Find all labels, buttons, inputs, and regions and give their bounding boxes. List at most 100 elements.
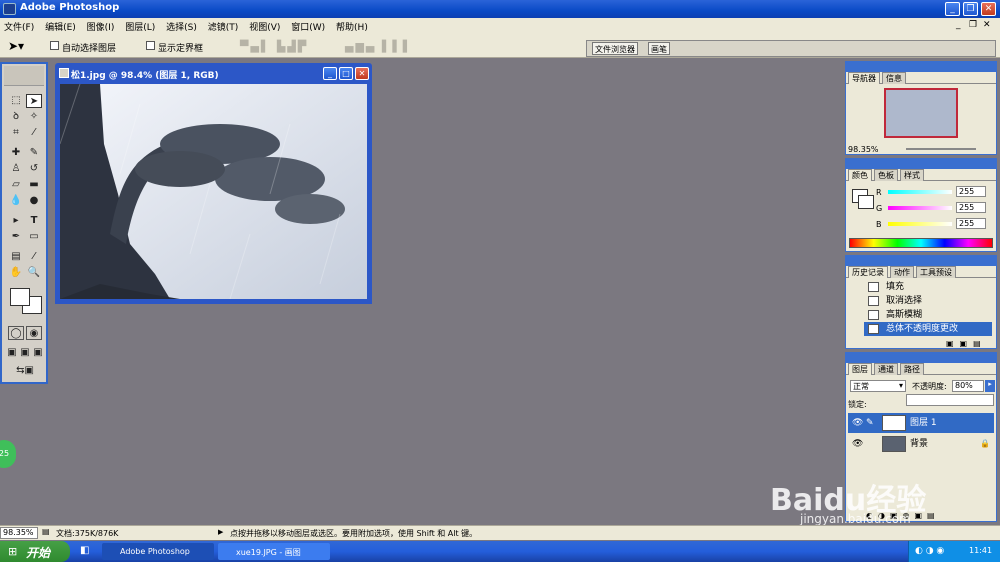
doc-close-icon[interactable]: ✕ (983, 20, 991, 30)
file-browser-tab[interactable]: 文件浏览器 (592, 42, 638, 55)
tab-swatches[interactable]: 色板 (874, 169, 898, 181)
menu-file[interactable]: 文件(F) (0, 18, 38, 33)
gradient-tool-icon[interactable]: ▬ (26, 178, 42, 192)
slice-tool-icon[interactable]: ⁄ (26, 126, 42, 140)
palette-header[interactable] (846, 353, 996, 363)
history-item-selected[interactable]: 总体不透明度更改 (864, 322, 992, 336)
history-footer-icons[interactable]: ▣▣▤ (946, 339, 987, 348)
tab-history[interactable]: 历史记录 (848, 266, 888, 278)
eye-icon[interactable]: 👁 (852, 434, 863, 454)
tab-layers[interactable]: 图层 (848, 363, 872, 375)
palette-header[interactable] (846, 159, 996, 169)
menu-view[interactable]: 视图(V) (245, 18, 284, 33)
history-item[interactable]: 填充 (864, 280, 992, 294)
notes-tool-icon[interactable]: ▤ (8, 250, 24, 264)
navigator-thumbnail[interactable] (884, 88, 958, 138)
navigator-zoom[interactable]: 98.35% (848, 145, 879, 154)
status-zoom[interactable]: 98.35% (0, 527, 38, 539)
color-bg-swatch[interactable] (858, 195, 874, 209)
tab-paths[interactable]: 路径 (900, 363, 924, 375)
history-item[interactable]: 高斯模糊 (864, 308, 992, 322)
move-tool-icon[interactable]: ➤▾ (8, 39, 24, 53)
navigator-zoom-slider[interactable] (906, 148, 976, 150)
restore-button[interactable]: ❐ (963, 2, 978, 16)
document-window[interactable]: 松1.jpg @ 98.4% (图层 1, RGB) _ □ ✕ (55, 63, 372, 304)
g-slider[interactable] (888, 206, 952, 210)
magic-wand-icon[interactable]: ✧ (26, 110, 42, 124)
tab-info[interactable]: 信息 (882, 72, 906, 84)
color-spectrum-bar[interactable] (849, 238, 993, 248)
b-slider[interactable] (888, 222, 952, 226)
blend-mode-select[interactable]: 正常 ▾ (850, 380, 906, 392)
path-selection-icon[interactable]: ▸ (8, 214, 24, 228)
palette-header[interactable] (846, 62, 996, 72)
distribute-icons[interactable]: ▄▆▄ ▌▌▌ (345, 40, 413, 53)
marquee-tool-icon[interactable]: ⬚ (8, 94, 24, 108)
history-item[interactable]: 取消选择 (864, 294, 992, 308)
eyedropper-icon[interactable]: ⁄ (26, 250, 42, 264)
brushes-tab[interactable]: 画笔 (648, 42, 670, 55)
taskbar-item-photoshop[interactable]: Adobe Photoshop (102, 543, 214, 560)
tray-icons[interactable]: ◐ ◑ ◉ (915, 546, 944, 556)
crop-tool-icon[interactable]: ⌗ (8, 126, 24, 140)
opacity-input[interactable]: 80% (952, 380, 984, 392)
b-value[interactable]: 255 (956, 218, 986, 229)
menu-image[interactable]: 图像(I) (83, 18, 119, 33)
close-button[interactable]: ✕ (981, 2, 996, 16)
imageready-jump-icon[interactable]: ⇆▣ (8, 364, 42, 378)
tab-color[interactable]: 颜色 (848, 169, 872, 181)
menu-window[interactable]: 窗口(W) (287, 18, 329, 33)
standard-mode-icon[interactable]: ◯ (8, 326, 24, 340)
show-bounds-checkbox[interactable] (146, 41, 155, 51)
image-canvas[interactable] (60, 84, 367, 299)
menu-filter[interactable]: 滤镜(T) (204, 18, 243, 33)
auto-select-checkbox[interactable] (50, 41, 59, 51)
shape-tool-icon[interactable]: ▭ (26, 230, 42, 244)
clock[interactable]: 11:41 (969, 546, 992, 555)
tab-tool-presets[interactable]: 工具预设 (916, 266, 956, 278)
move-tool-icon[interactable]: ➤ (26, 94, 42, 108)
align-icons[interactable]: ▀▄▌ ▙▟▛ (240, 40, 308, 53)
dodge-tool-icon[interactable]: ● (26, 194, 42, 208)
lasso-tool-icon[interactable]: ꝺ (8, 110, 24, 124)
tab-actions[interactable]: 动作 (890, 266, 914, 278)
menu-select[interactable]: 选择(S) (162, 18, 201, 33)
opacity-arrow-icon[interactable]: ▸ (985, 380, 995, 392)
type-tool-icon[interactable]: T (26, 214, 42, 228)
blur-tool-icon[interactable]: 💧 (8, 194, 24, 208)
adobe-online-icon[interactable] (4, 66, 44, 86)
tab-navigator[interactable]: 导航器 (848, 72, 880, 84)
taskbar-item-paint[interactable]: xue19.JPG - 画图 (218, 543, 330, 560)
doc-minimize-button[interactable]: _ (323, 67, 337, 80)
tab-styles[interactable]: 样式 (900, 169, 924, 181)
r-slider[interactable] (888, 190, 952, 194)
doc-restore-icon[interactable]: ❐ (969, 20, 977, 30)
g-value[interactable]: 255 (956, 202, 986, 213)
doc-minimize-icon[interactable]: _ (956, 20, 961, 30)
brush-tool-icon[interactable]: ✎ (26, 146, 42, 160)
screen-mode-2-icon[interactable]: ▣ (19, 346, 31, 360)
minimize-button[interactable]: _ (945, 2, 960, 16)
menu-layer[interactable]: 图层(L) (121, 18, 159, 33)
tab-channels[interactable]: 通道 (874, 363, 898, 375)
menu-edit[interactable]: 编辑(E) (41, 18, 80, 33)
zoom-tool-icon[interactable]: 🔍 (26, 266, 42, 280)
quick-mask-icon[interactable]: ◉ (26, 326, 42, 340)
opacity-slider-popup[interactable] (906, 394, 994, 406)
clone-stamp-icon[interactable]: ♙ (8, 162, 24, 176)
screen-mode-1-icon[interactable]: ▣ (6, 346, 18, 360)
layer-row[interactable]: 👁 背景 🔒 (848, 434, 994, 454)
layer-row-selected[interactable]: 👁 ✎ 图层 1 (848, 413, 994, 433)
foreground-color-swatch[interactable] (10, 288, 30, 306)
status-arrow-icon[interactable]: ▶ (218, 528, 223, 536)
doc-maximize-button[interactable]: □ (339, 67, 353, 80)
doc-close-button[interactable]: ✕ (355, 67, 369, 80)
floating-badge[interactable]: 25 (0, 440, 16, 468)
r-value[interactable]: 255 (956, 186, 986, 197)
menu-help[interactable]: 帮助(H) (332, 18, 372, 33)
brush-link-icon[interactable]: ✎ (866, 413, 874, 433)
eye-icon[interactable]: 👁 (852, 413, 863, 433)
quick-launch-icon[interactable]: ◧ (80, 545, 89, 556)
eraser-tool-icon[interactable]: ▱ (8, 178, 24, 192)
screen-mode-3-icon[interactable]: ▣ (32, 346, 44, 360)
